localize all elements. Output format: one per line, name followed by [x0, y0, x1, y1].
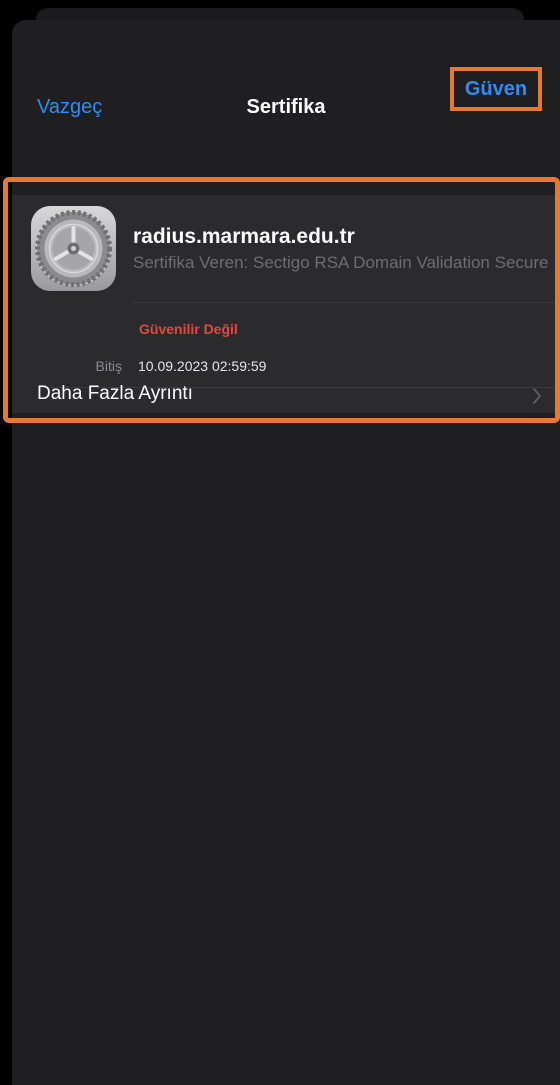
- trust-status-label: Güvenilir Değil: [139, 321, 238, 337]
- chevron-right-icon: [533, 388, 541, 404]
- divider: [133, 302, 560, 303]
- more-details-label: Daha Fazla Ayrıntı: [37, 383, 193, 404]
- certificate-issuer: Sertifika Veren: Sectigo RSA Domain Vali…: [133, 253, 551, 272]
- certificate-name: radius.marmara.edu.tr: [133, 225, 355, 248]
- screen: Vazgeç Sertifika Güven radius.marmara.ed…: [0, 0, 560, 1085]
- certificate-sheet: Vazgeç Sertifika: [12, 20, 560, 1085]
- more-details-row[interactable]: Daha Fazla Ayrıntı: [12, 369, 560, 413]
- trust-button[interactable]: Güven: [450, 67, 542, 111]
- settings-gear-icon: [31, 206, 116, 291]
- certificate-card: radius.marmara.edu.tr Sertifika Veren: S…: [12, 195, 560, 413]
